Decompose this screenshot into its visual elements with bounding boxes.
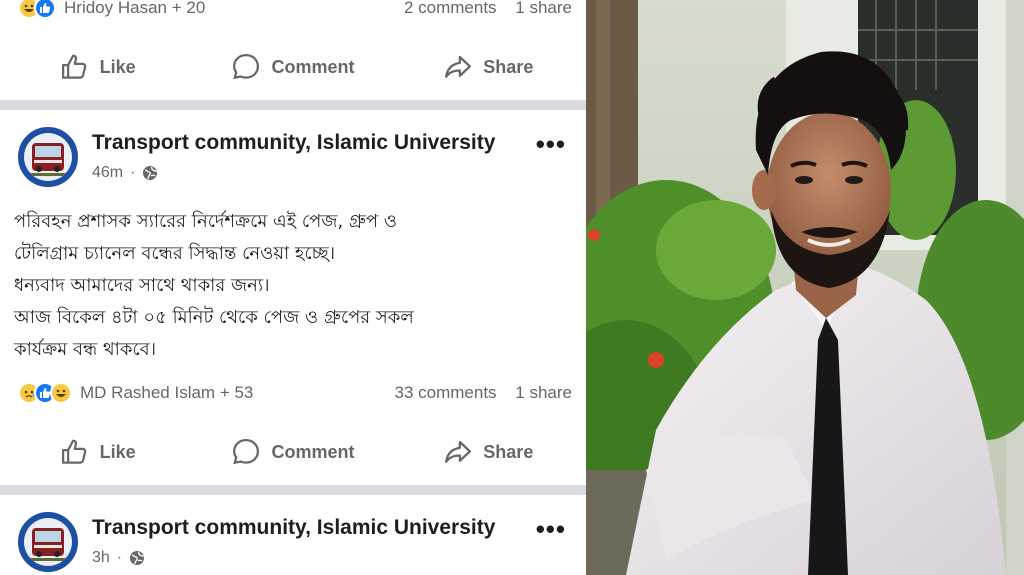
reaction-summary[interactable]: Hridoy Hasan + 20 2 comments 1 share — [18, 0, 572, 20]
like-label: Like — [99, 56, 136, 77]
share-button[interactable]: Share — [391, 47, 586, 87]
post-text-line: ধন্যবাদ আমাদের সাথে থাকার জন্য। — [14, 275, 270, 296]
news-feed: Hridoy Hasan + 20 2 comments 1 share Lik… — [0, 0, 586, 575]
page-avatar[interactable] — [18, 127, 78, 187]
comment-label: Comment — [271, 56, 355, 77]
post-time[interactable]: 46m — [92, 164, 123, 182]
meta-separator: · — [116, 549, 123, 566]
globe-icon — [143, 166, 158, 180]
portrait-illustration — [586, 0, 1024, 575]
like-reaction-icon — [34, 0, 56, 19]
reaction-summary[interactable]: MD Rashed Islam + 53 33 comments 1 share — [18, 381, 572, 405]
share-count[interactable]: 1 share — [515, 0, 572, 17]
post-divider — [0, 100, 586, 110]
more-options-button[interactable]: ••• — [536, 129, 566, 160]
share-count[interactable]: 1 share — [515, 383, 572, 402]
post-header: Transport community, Islamic University … — [18, 512, 572, 575]
comment-button[interactable]: Comment — [195, 432, 390, 472]
post-author[interactable]: Transport community, Islamic University — [92, 516, 495, 540]
reaction-icons — [18, 382, 72, 404]
post-actions: Like Comment Share — [0, 47, 586, 87]
thumbs-up-icon — [61, 439, 86, 464]
post-text-line: আজ বিকেল ৪টা ০৫ মিনিট থেকে পেজ ও গ্রুপের… — [14, 307, 414, 328]
share-label: Share — [483, 56, 534, 77]
globe-icon — [130, 551, 145, 565]
share-button[interactable]: Share — [391, 432, 586, 472]
more-options-button[interactable]: ••• — [536, 514, 566, 545]
comment-count[interactable]: 33 comments — [395, 383, 497, 402]
comment-count[interactable]: 2 comments — [404, 0, 497, 17]
share-arrow-icon — [445, 55, 472, 78]
share-arrow-icon — [445, 440, 472, 463]
comment-bubble-icon — [233, 438, 260, 465]
comment-button[interactable]: Comment — [195, 47, 390, 87]
comment-bubble-icon — [233, 53, 260, 80]
post-body: পরিবহন প্রশাসক স্যারের নির্দেশক্রমে এই প… — [14, 206, 554, 366]
post-time[interactable]: 3h — [92, 549, 110, 567]
post-meta: 46m · — [92, 164, 158, 182]
comment-label: Comment — [271, 441, 355, 462]
haha-reaction-icon — [50, 382, 72, 404]
post-meta: 3h · — [92, 549, 145, 567]
page-avatar[interactable] — [18, 512, 78, 572]
like-button[interactable]: Like — [0, 432, 195, 472]
bus-logo-icon — [30, 528, 66, 561]
post-divider — [0, 485, 586, 495]
reactors-label[interactable]: Hridoy Hasan + 20 — [64, 0, 205, 18]
thumbs-up-icon — [61, 54, 86, 79]
share-label: Share — [483, 441, 534, 462]
person-photo — [586, 0, 1024, 575]
engagement-counts: 33 comments 1 share — [381, 383, 572, 403]
post-header: Transport community, Islamic University … — [18, 127, 572, 191]
like-button[interactable]: Like — [0, 47, 195, 87]
post-actions: Like Comment Share — [0, 432, 586, 472]
like-label: Like — [99, 441, 136, 462]
meta-separator: · — [130, 164, 136, 181]
engagement-counts: 2 comments 1 share — [390, 0, 572, 18]
post-text-line: টেলিগ্রাম চ্যানেল বন্ধের সিদ্ধান্ত নেওয়… — [14, 243, 336, 264]
post-text-line: কার্যক্রম বন্ধ থাকবে। — [14, 339, 157, 360]
reaction-icons — [18, 0, 56, 19]
reactors-label[interactable]: MD Rashed Islam + 53 — [80, 383, 253, 403]
post-text-line: পরিবহন প্রশাসক স্যারের নির্দেশক্রমে এই প… — [14, 211, 398, 232]
bus-logo-icon — [30, 143, 66, 176]
post-author[interactable]: Transport community, Islamic University — [92, 131, 495, 155]
